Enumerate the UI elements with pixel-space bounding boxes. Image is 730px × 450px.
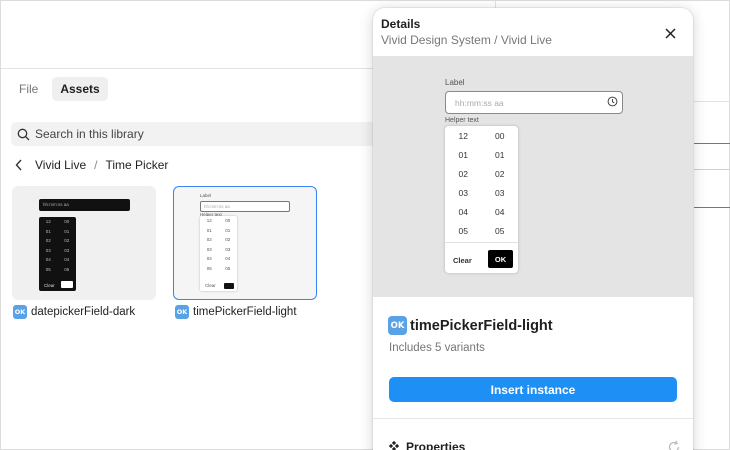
search-input[interactable] [35,127,365,141]
asset-card-timepicker-light[interactable]: Label hh:mm:ss aa Helper text 12 00 01 01 … [173,186,317,300]
list-item: 12 00 [458,130,505,141]
breadcrumb-library[interactable]: Vivid Live [35,158,86,172]
back-chevron-icon[interactable] [11,159,27,171]
asset-label[interactable]: OK datepickerField-dark [13,305,135,319]
divider [373,418,693,419]
panel-divider [694,207,730,208]
search-icon [11,128,35,141]
component-preview: Label hh:mm:ss aa Helper text 12 00 01 01 … [373,56,693,297]
panel-tabs: File Assets [11,77,108,101]
divider [445,242,518,243]
breadcrumb-current: Time Picker [105,158,169,172]
mini-list: 12 00 01 01 02 02 03 03 04 04 05 05 Clear [200,216,237,291]
component-name: OK timePickerField-light [388,316,553,335]
variants-count: Includes 5 variants [389,342,485,354]
panel-divider [694,143,730,144]
preview-time-field: hh:mm:ss aa [445,91,623,114]
ok-badge-icon: OK [13,305,27,319]
mini-ok [224,283,234,289]
properties-section-header[interactable]: Properties [388,440,465,450]
insert-instance-button[interactable]: Insert instance [389,377,677,402]
panel-divider [694,169,730,170]
library-search[interactable] [11,122,381,146]
details-subtitle: Vivid Design System / Vivid Live [381,33,552,47]
asset-label[interactable]: OK timePickerField-light [175,305,297,319]
ok-badge-icon: OK [388,316,407,335]
list-item: 04 04 [458,206,505,217]
breadcrumb: Vivid Live / Time Picker [11,158,168,172]
details-title: Details [381,17,421,31]
list-item: 05 05 [458,225,505,236]
reset-icon[interactable] [667,440,681,450]
asset-card-datepicker-dark[interactable]: hh:mm:ss aa 12 00 01 01 02 02 03 03 04 04 05 0… [12,186,156,300]
mini-field: hh:mm:ss aa [200,201,290,212]
mini-list: 12 00 01 01 02 02 03 03 04 04 05 05 Clear [39,217,76,291]
mini-field: hh:mm:ss aa [39,199,130,211]
tab-file[interactable]: File [11,77,46,101]
breadcrumb-separator: / [94,158,98,172]
close-icon[interactable] [662,25,678,41]
list-item: 01 01 [458,149,505,160]
ok-badge-icon: OK [175,305,189,319]
preview-clear-button: Clear [453,256,472,265]
preview-time-list: 12 00 01 01 02 02 03 03 04 04 05 05 Clear OK [445,126,518,273]
clock-icon [607,96,618,109]
tab-assets[interactable]: Assets [52,77,108,101]
preview-label: Label [445,78,465,87]
preview-ok-button: OK [488,250,513,268]
list-item: 02 02 [458,168,505,179]
properties-diamond-icon [388,440,400,450]
details-panel: Details Vivid Design System / Vivid Live… [373,8,693,450]
preview-helper-text: Helper text [445,117,479,124]
panel-divider [694,101,730,102]
mini-ok [61,281,73,288]
list-item: 03 03 [458,187,505,198]
